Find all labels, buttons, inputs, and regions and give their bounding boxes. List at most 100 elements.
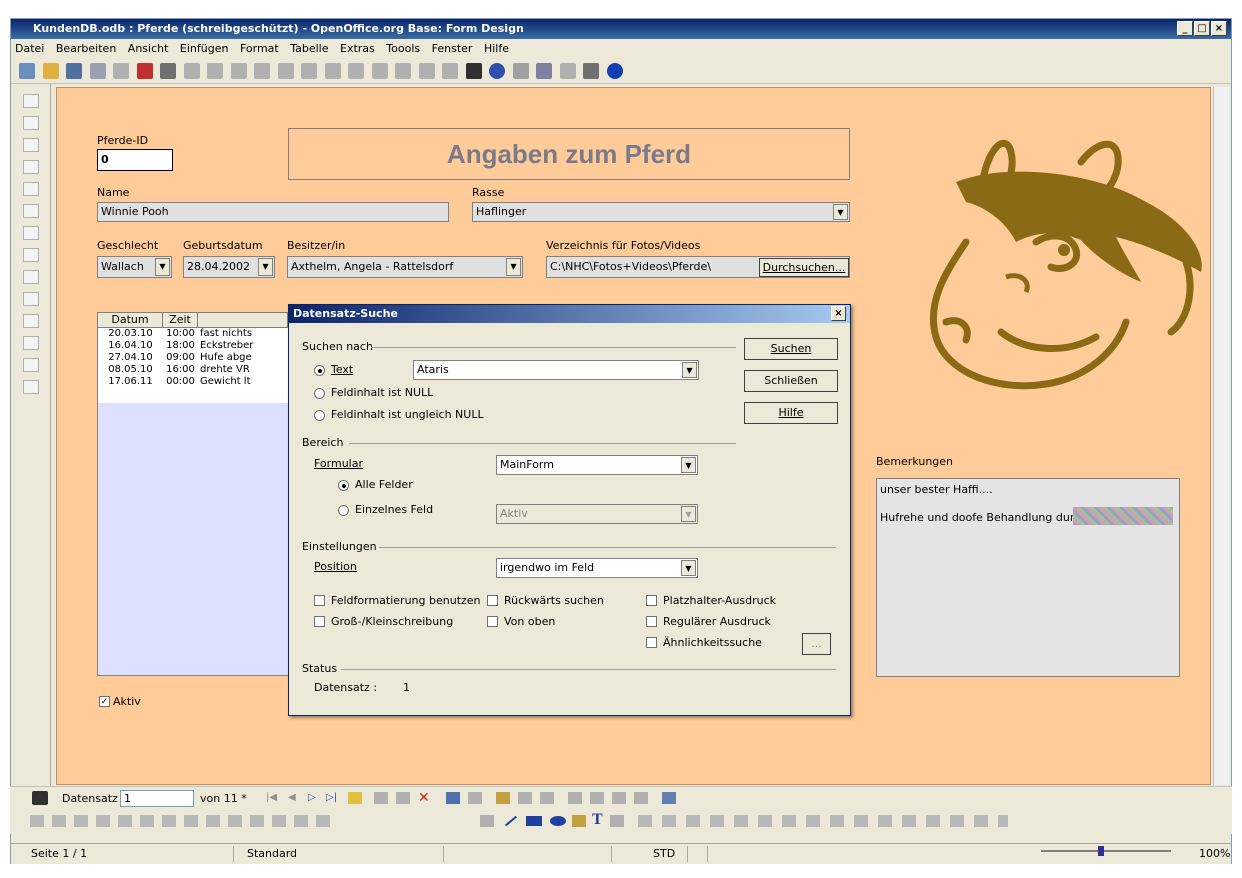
mail-icon[interactable] bbox=[89, 63, 106, 79]
aehnlichkeit-checkbox[interactable] bbox=[646, 637, 657, 648]
label-tool-icon[interactable] bbox=[23, 314, 39, 328]
menu-hilfe[interactable]: Hilfe bbox=[480, 42, 513, 55]
select-icon[interactable] bbox=[480, 815, 494, 827]
history-grid[interactable]: Datum Zeit 20.03.10 10:00 fast nichts 16.0… bbox=[97, 312, 289, 676]
selection-mode[interactable]: STD bbox=[653, 844, 675, 864]
grid-header-extra[interactable] bbox=[198, 313, 288, 328]
rueckwaerts-checkbox[interactable] bbox=[487, 595, 498, 606]
new-icon[interactable] bbox=[19, 63, 35, 79]
autofilter-icon[interactable] bbox=[568, 792, 582, 804]
help-icon[interactable] bbox=[606, 63, 623, 79]
einzelnes-feld-dropdown[interactable]: Aktiv ▼ bbox=[496, 504, 698, 524]
gallery-icon[interactable] bbox=[512, 63, 529, 79]
chevron-down-icon[interactable]: ▼ bbox=[506, 258, 521, 276]
table-row[interactable]: 17.06.11 00:00 Gewicht lt bbox=[98, 376, 288, 388]
menu-toools[interactable]: Toools bbox=[382, 42, 424, 55]
draw-icon[interactable] bbox=[442, 63, 458, 79]
gross-klein-checkbox[interactable] bbox=[314, 616, 325, 627]
formular-dropdown[interactable]: MainForm ▼ bbox=[496, 455, 698, 475]
sort-descending-icon[interactable] bbox=[518, 792, 532, 804]
undo-icon[interactable] bbox=[348, 63, 364, 79]
more-controls-icon[interactable] bbox=[23, 336, 39, 350]
table-row[interactable]: 20.03.10 10:00 fast nichts bbox=[98, 328, 288, 340]
close-button[interactable]: × bbox=[1211, 21, 1227, 36]
format-paintbrush-icon[interactable] bbox=[324, 63, 341, 79]
datasource-as-table-icon[interactable] bbox=[662, 792, 676, 804]
menu-fenster[interactable]: Fenster bbox=[428, 42, 477, 55]
control-wizard-icon[interactable] bbox=[23, 138, 39, 152]
menu-tabelle[interactable]: Tabelle bbox=[286, 42, 332, 55]
radio-einzelnes-feld[interactable] bbox=[338, 505, 349, 516]
previous-record-icon[interactable]: ◀ bbox=[288, 792, 296, 803]
menu-ansicht[interactable]: Ansicht bbox=[124, 42, 173, 55]
last-record-icon[interactable]: ▷| bbox=[326, 792, 337, 803]
formatting-marks-icon[interactable] bbox=[559, 63, 576, 79]
grid-header-zeit[interactable]: Zeit bbox=[163, 313, 198, 328]
pferde-id-field[interactable]: 0 bbox=[97, 149, 173, 171]
radio-alle-felder[interactable] bbox=[338, 480, 349, 491]
datasource-icon[interactable] bbox=[536, 63, 552, 79]
sort-icon[interactable] bbox=[540, 792, 554, 804]
open-icon[interactable] bbox=[42, 63, 59, 79]
option-button-icon[interactable] bbox=[23, 248, 39, 262]
chevron-down-icon[interactable]: ▼ bbox=[681, 457, 696, 473]
reset-filter-icon[interactable] bbox=[634, 792, 648, 804]
undo-record-icon[interactable] bbox=[396, 792, 410, 804]
name-field[interactable]: Winnie Pooh bbox=[97, 202, 449, 222]
text-icon[interactable]: T bbox=[592, 811, 603, 829]
geschlecht-dropdown[interactable]: Wallach ▼ bbox=[97, 256, 172, 278]
besitzer-dropdown[interactable]: Axthelm, Angela - Rattelsdorf ▼ bbox=[287, 256, 523, 278]
hyperlink-icon[interactable] bbox=[395, 63, 411, 79]
button-tool-icon[interactable] bbox=[23, 226, 39, 240]
aktiv-checkbox[interactable]: ✓ bbox=[99, 696, 110, 707]
cut-icon[interactable] bbox=[254, 63, 270, 79]
chevron-down-icon[interactable]: ▼ bbox=[682, 362, 697, 378]
pdf-icon[interactable] bbox=[136, 63, 153, 79]
radio-not-null[interactable] bbox=[314, 410, 325, 421]
listbox-tool-icon[interactable] bbox=[23, 270, 39, 284]
chevron-down-icon[interactable]: ▼ bbox=[681, 506, 696, 522]
maximize-button[interactable]: □ bbox=[1194, 21, 1210, 36]
wizards-icon[interactable] bbox=[23, 380, 39, 394]
redo-icon[interactable] bbox=[371, 63, 388, 79]
form-design-tools-icons[interactable] bbox=[30, 815, 330, 827]
form-design-icon[interactable] bbox=[23, 358, 39, 372]
bemerkungen-field[interactable]: unser bester Haffi.... Hufrehe und doofe… bbox=[876, 478, 1180, 677]
chevron-down-icon[interactable]: ▼ bbox=[155, 258, 170, 276]
von-oben-checkbox[interactable] bbox=[487, 616, 498, 627]
apply-filter-icon[interactable] bbox=[590, 792, 604, 804]
feldformatierung-checkbox[interactable] bbox=[314, 595, 325, 606]
position-dropdown[interactable]: irgendwo im Feld ▼ bbox=[496, 558, 698, 578]
refresh-control-icon[interactable] bbox=[468, 792, 482, 804]
paste-icon[interactable] bbox=[301, 63, 317, 79]
freeform-icon[interactable] bbox=[572, 815, 586, 827]
similarity-options-button[interactable]: ... bbox=[802, 633, 831, 655]
platzhalter-checkbox[interactable] bbox=[646, 595, 657, 606]
line-icon[interactable] bbox=[504, 815, 518, 827]
schliessen-button[interactable]: Schließen bbox=[744, 370, 838, 392]
zoom-level[interactable]: 100% bbox=[1199, 844, 1230, 864]
menu-datei[interactable]: Datei bbox=[11, 42, 48, 55]
combobox-tool-icon[interactable] bbox=[23, 292, 39, 306]
radio-text[interactable] bbox=[314, 365, 325, 376]
sort-ascending-icon[interactable] bbox=[496, 792, 510, 804]
menu-einfuegen[interactable]: Einfügen bbox=[176, 42, 233, 55]
shape-tools-icons[interactable] bbox=[638, 815, 1008, 827]
dialog-close-icon[interactable]: × bbox=[831, 306, 846, 321]
table-row[interactable]: 27.04.10 09:00 Hufe abge bbox=[98, 352, 288, 364]
table-icon[interactable] bbox=[418, 63, 435, 79]
zoom-icon[interactable] bbox=[583, 63, 599, 79]
grid-header-datum[interactable]: Datum bbox=[98, 313, 163, 328]
first-record-icon[interactable]: |◀ bbox=[266, 792, 277, 803]
preview-icon[interactable] bbox=[183, 63, 200, 79]
print-icon[interactable] bbox=[160, 63, 176, 79]
next-record-icon[interactable]: ▷ bbox=[308, 792, 316, 803]
durchsuchen-button[interactable]: Durchsuchen... bbox=[759, 258, 849, 277]
navigator-icon[interactable] bbox=[489, 63, 505, 79]
design-mode-icon[interactable] bbox=[23, 116, 39, 130]
callouts-icon[interactable] bbox=[610, 815, 624, 827]
standard-filter-icon[interactable] bbox=[612, 792, 626, 804]
find-icon[interactable] bbox=[465, 63, 482, 79]
checkbox-tool-icon[interactable] bbox=[23, 160, 39, 174]
autospell-icon[interactable] bbox=[230, 63, 247, 79]
